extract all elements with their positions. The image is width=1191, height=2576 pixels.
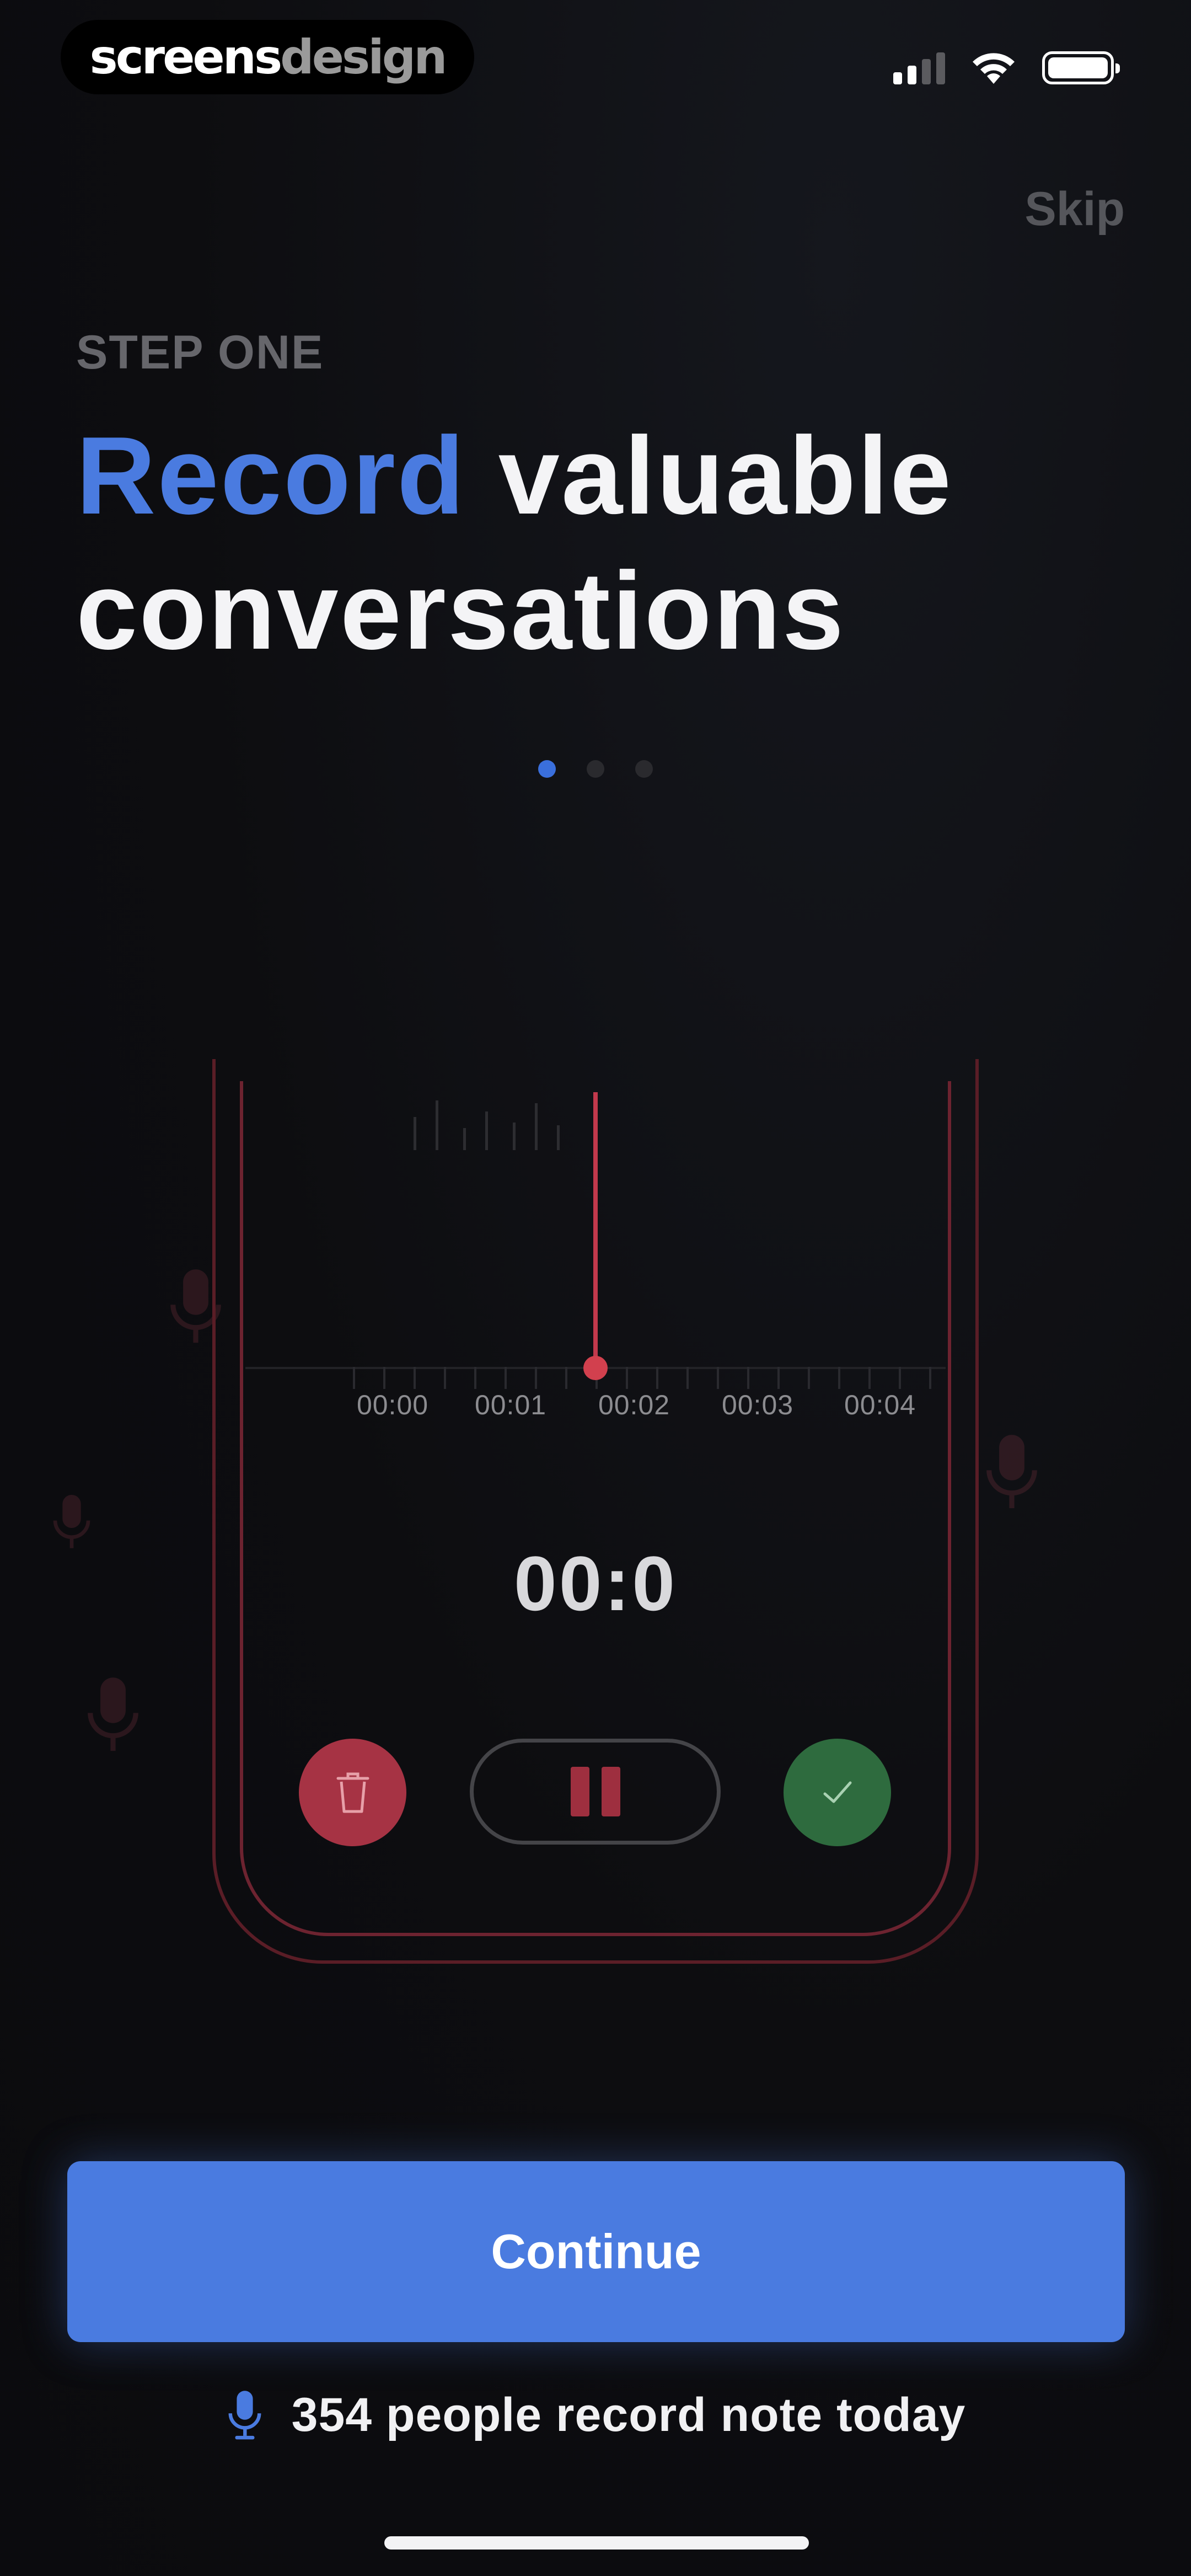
headline-accent: Record [76,414,466,537]
background-mic-icon [986,1435,1037,1509]
status-bar [893,49,1120,87]
pause-recording-button [470,1739,721,1845]
page-dot-3[interactable] [635,760,653,778]
headline-line1-rest: valuable [498,414,953,537]
trash-icon [336,1772,369,1813]
social-proof: 354 people record note today [0,2387,1191,2443]
watermark-part-a: screens [89,29,283,85]
confirm-recording-button [784,1739,891,1846]
signal-icon [893,51,945,84]
playhead-handle [583,1356,608,1380]
waveform [408,1095,596,1150]
playhead-line [593,1092,598,1368]
pause-icon [570,1767,589,1816]
timeline-labels: 00:00 00:01 00:02 00:03 00:04 [0,1389,1191,1428]
timeline-label: 00:03 [721,1389,794,1420]
recording-timer: 00:0 [513,1540,678,1627]
timeline-ticks [353,1367,937,1389]
watermark-part-b: design [280,29,447,85]
page-dot-2[interactable] [587,760,604,778]
page-dot-1[interactable] [538,760,556,778]
timeline-label: 00:01 [474,1389,547,1420]
page-indicator [0,760,1191,778]
skip-button[interactable]: Skip [1024,182,1125,237]
social-proof-text: 354 people record note today [291,2388,966,2441]
headline-line2: conversations [76,549,846,672]
headline: Record valuable conversations [76,408,1124,678]
timeline-label: 00:02 [598,1389,670,1420]
pause-icon [601,1767,620,1816]
home-indicator[interactable] [384,2536,809,2550]
background-mic-icon [88,1677,138,1751]
checkmark-icon [823,1781,851,1803]
step-label: STEP ONE [76,326,324,379]
timeline-label: 00:04 [844,1389,916,1420]
screensdesign-watermark: screens design [61,20,474,94]
delete-recording-button [299,1739,406,1846]
continue-button[interactable]: Continue [67,2161,1125,2342]
battery-icon [1042,51,1120,84]
wifi-icon [973,53,1015,84]
onboarding-screen: screens design Skip STEP ONE Record valua… [0,0,1191,2576]
microphone-icon [228,2391,261,2440]
timeline-label: 00:00 [356,1389,429,1420]
